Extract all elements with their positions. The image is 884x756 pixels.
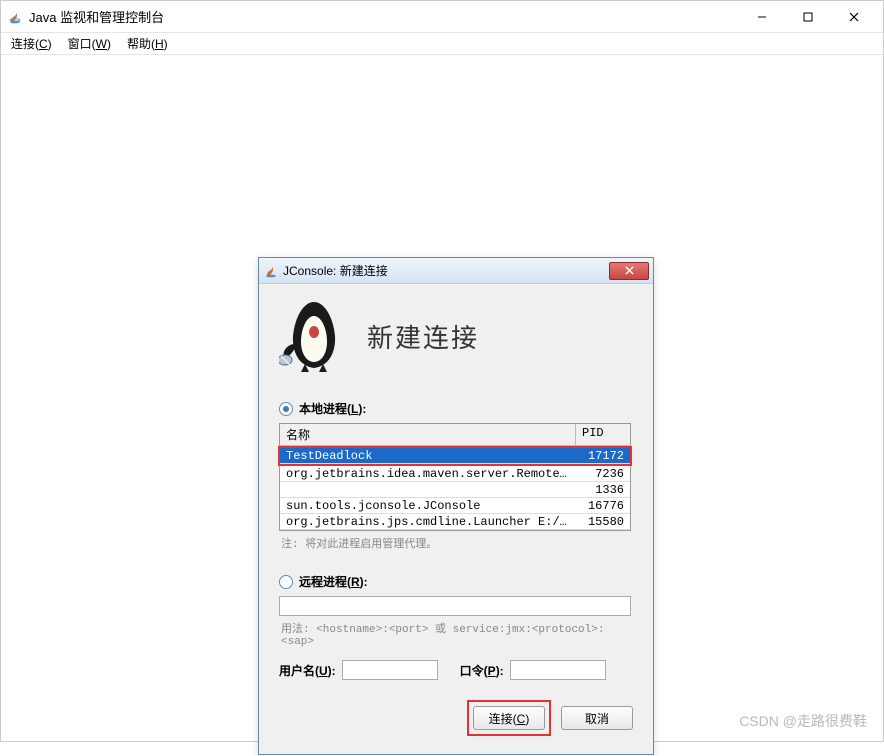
connect-highlight: 连接(C): [467, 700, 551, 736]
remote-process-section: 远程进程(R): 用法: <hostname>:<port> 或 service…: [259, 565, 653, 700]
watermark: CSDN @走路很费鞋: [739, 711, 867, 731]
close-button[interactable]: [831, 2, 877, 32]
process-pid: 15580: [576, 514, 630, 529]
cancel-button[interactable]: 取消: [561, 706, 633, 730]
password-input[interactable]: [510, 660, 606, 680]
table-row[interactable]: TestDeadlock17172: [280, 448, 630, 464]
local-process-radio[interactable]: [279, 402, 293, 416]
main-title: Java 监视和管理控制台: [29, 7, 739, 26]
java-icon: [263, 263, 279, 279]
connect-button[interactable]: 连接(C): [473, 706, 545, 730]
col-name-header[interactable]: 名称: [280, 424, 576, 445]
dialog-close-button[interactable]: [609, 262, 649, 280]
local-process-radio-row[interactable]: 本地进程(L):: [279, 400, 633, 417]
table-row[interactable]: org.jetbrains.jps.cmdline.Launcher E:/id…: [280, 514, 630, 530]
process-highlight: TestDeadlock17172: [278, 446, 632, 466]
menubar: 连接(C) 窗口(W) 帮助(H): [1, 33, 883, 55]
remote-process-radio[interactable]: [279, 575, 293, 589]
menu-connect[interactable]: 连接(C): [5, 33, 58, 54]
remote-url-input[interactable]: [279, 596, 631, 616]
process-pid: 1336: [576, 482, 630, 497]
process-pid: 7236: [576, 466, 630, 481]
password-label: 口令(P):: [460, 662, 504, 679]
dialog-button-row: 连接(C) 取消: [259, 700, 653, 754]
username-label: 用户名(U):: [279, 662, 336, 679]
table-row[interactable]: org.jetbrains.idea.maven.server.RemoteMa…: [280, 466, 630, 482]
main-titlebar: Java 监视和管理控制台: [1, 1, 883, 33]
local-note: 注: 将对此进程启用管理代理。: [279, 531, 633, 561]
java-icon: [7, 9, 23, 25]
table-row[interactable]: sun.tools.jconsole.JConsole16776: [280, 498, 630, 514]
workspace: JConsole: 新建连接: [2, 57, 882, 740]
menu-window[interactable]: 窗口(W): [62, 33, 117, 54]
duke-icon: [279, 296, 349, 376]
remote-process-label: 远程进程(R):: [299, 573, 368, 590]
dialog-body: 新建连接 本地进程(L): 名称 PID TestDeadlock17172or…: [259, 284, 653, 754]
main-window: Java 监视和管理控制台 连接(C) 窗口(W) 帮助(H) JConsole…: [0, 0, 884, 742]
dialog-header-title: 新建连接: [367, 318, 479, 355]
process-pid: 16776: [576, 498, 630, 513]
remote-usage: 用法: <hostname>:<port> 或 service:jmx:<pro…: [279, 616, 633, 660]
table-row[interactable]: 1336: [280, 482, 630, 498]
process-name: org.jetbrains.jps.cmdline.Launcher E:/id…: [280, 514, 576, 529]
process-table: 名称 PID TestDeadlock17172org.jetbrains.id…: [279, 423, 631, 531]
new-connection-dialog: JConsole: 新建连接: [258, 257, 654, 755]
local-process-section: 本地进程(L): 名称 PID TestDeadlock17172org.jet…: [259, 392, 653, 565]
process-name: [280, 482, 576, 497]
credentials-row: 用户名(U): 口令(P):: [279, 660, 633, 696]
col-pid-header[interactable]: PID: [576, 424, 630, 445]
process-name: TestDeadlock: [280, 448, 576, 463]
remote-process-radio-row[interactable]: 远程进程(R):: [279, 573, 633, 590]
dialog-header: 新建连接: [259, 284, 653, 392]
minimize-button[interactable]: [739, 2, 785, 32]
process-name: org.jetbrains.idea.maven.server.RemoteMa…: [280, 466, 576, 481]
maximize-button[interactable]: [785, 2, 831, 32]
dialog-titlebar: JConsole: 新建连接: [259, 258, 653, 284]
window-controls: [739, 2, 877, 32]
menu-help[interactable]: 帮助(H): [121, 33, 174, 54]
local-process-label: 本地进程(L):: [299, 400, 366, 417]
process-name: sun.tools.jconsole.JConsole: [280, 498, 576, 513]
process-table-header: 名称 PID: [280, 424, 630, 446]
process-pid: 17172: [576, 448, 630, 463]
username-input[interactable]: [342, 660, 438, 680]
dialog-title: JConsole: 新建连接: [283, 262, 609, 279]
